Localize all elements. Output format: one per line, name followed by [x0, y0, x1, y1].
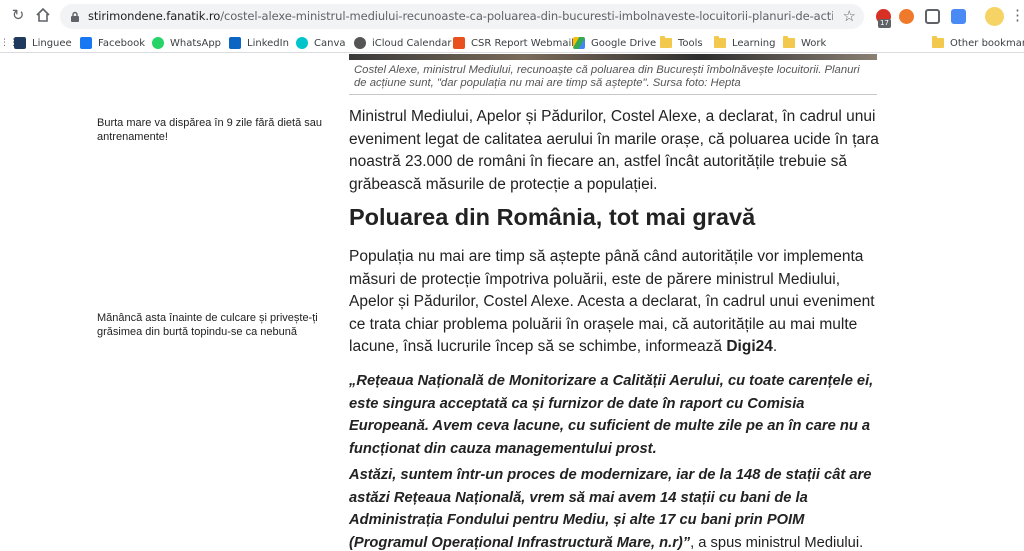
facebook-icon — [80, 37, 92, 49]
folder-icon — [660, 36, 672, 48]
bookmark-facebook[interactable]: Facebook — [80, 35, 145, 51]
linguee-icon — [14, 37, 26, 49]
extension-camera-icon[interactable] — [925, 9, 940, 24]
extension-puzzle-icon[interactable] — [951, 9, 966, 24]
bookmark-label: Canva — [314, 37, 346, 49]
bookmark-star-icon[interactable]: ☆ — [843, 8, 856, 25]
webmail-icon — [453, 37, 465, 49]
bookmarks-bar: ⋮⋮ Linguee Facebook WhatsApp LinkedIn Ca… — [0, 32, 1024, 53]
paragraph-text: Populația nu mai are timp să aștepte pân… — [349, 248, 875, 355]
address-bar[interactable]: stirimondene.fanatik.ro/costel-alexe-min… — [60, 4, 864, 29]
article-paragraph: Ministrul Mediului, Apelor și Pădurilor,… — [349, 108, 879, 193]
bookmark-linguee[interactable]: Linguee — [14, 35, 72, 51]
source-link[interactable]: Digi24 — [726, 338, 773, 355]
bookmark-icloud-calendar[interactable]: iCloud Calendar — [354, 35, 452, 51]
bookmark-csr-webmail[interactable]: CSR Report Webmail — [453, 35, 574, 51]
google-drive-icon — [573, 37, 585, 49]
other-bookmarks-label: Other bookmarks — [950, 37, 1024, 49]
bookmark-label: Work — [801, 37, 827, 49]
sidebar-ad-link-1[interactable]: Burta mare va dispărea în 9 zile fără di… — [97, 116, 337, 144]
article-heading: Poluarea din România, tot mai gravă — [349, 204, 756, 230]
article-quote: Astăzi, suntem într-un proces de moderni… — [349, 464, 879, 551]
bookmark-label: Facebook — [98, 37, 145, 49]
profile-avatar[interactable] — [985, 7, 1004, 26]
bookmark-canva[interactable]: Canva — [296, 35, 346, 51]
reload-icon[interactable]: ↻ — [9, 7, 27, 25]
photo-caption: Costel Alexe, ministrul Mediului, recuno… — [354, 64, 860, 89]
browser-toolbar: ↻ stirimondene.fanatik.ro/costel-alexe-m… — [0, 0, 1024, 32]
bookmark-folder-learning[interactable]: Learning — [714, 35, 775, 51]
bookmark-label: Learning — [732, 37, 776, 49]
page-content: Costel Alexe, ministrul Mediului, recuno… — [0, 54, 1024, 551]
bookmark-folder-work[interactable]: Work — [783, 35, 826, 51]
bookmark-label: Tools — [678, 37, 703, 49]
paragraph-end: . — [772, 338, 778, 355]
bookmark-label: LinkedIn — [247, 37, 289, 49]
url-text[interactable]: stirimondene.fanatik.ro/costel-alexe-min… — [88, 9, 833, 23]
extension-basketball-icon[interactable] — [899, 9, 914, 24]
folder-icon — [714, 36, 726, 48]
extension-badge: 17 — [878, 19, 891, 28]
apple-icon — [354, 37, 366, 49]
url-host: stirimondene.fanatik.ro — [88, 9, 221, 23]
bookmark-label: iCloud Calendar — [372, 37, 452, 49]
menu-kebab-icon[interactable]: ⋮ — [1010, 7, 1024, 25]
article-photo — [349, 54, 877, 60]
article-quote: „Rețeaua Națională de Monitorizare a Cal… — [349, 373, 874, 457]
url-path: /costel-alexe-ministrul-mediului-recunoa… — [220, 9, 833, 23]
bookmark-label: Linguee — [32, 37, 72, 49]
sidebar-ad-link-2[interactable]: Mănâncă asta înainte de culcare și prive… — [97, 311, 337, 339]
whatsapp-icon — [152, 37, 164, 49]
linkedin-icon — [229, 37, 241, 49]
bookmark-whatsapp[interactable]: WhatsApp — [152, 35, 221, 51]
home-icon[interactable] — [34, 7, 52, 25]
bookmark-google-drive[interactable]: Google Drive — [573, 35, 656, 51]
folder-icon — [783, 36, 795, 48]
bookmark-linkedin[interactable]: LinkedIn — [229, 35, 289, 51]
divider — [349, 94, 877, 95]
bookmark-folder-tools[interactable]: Tools — [660, 35, 703, 51]
quote-attribution: , a spus ministrul Mediului. — [690, 534, 864, 551]
folder-icon — [932, 36, 944, 48]
canva-icon — [296, 37, 308, 49]
other-bookmarks[interactable]: Other bookmarks — [932, 35, 1024, 51]
bookmark-label: WhatsApp — [170, 37, 222, 49]
bookmark-label: CSR Report Webmail — [471, 37, 575, 49]
bookmark-label: Google Drive — [591, 37, 657, 49]
article-paragraph: Populația nu mai are timp să aștepte pân… — [349, 246, 879, 359]
lock-icon[interactable] — [70, 11, 80, 22]
